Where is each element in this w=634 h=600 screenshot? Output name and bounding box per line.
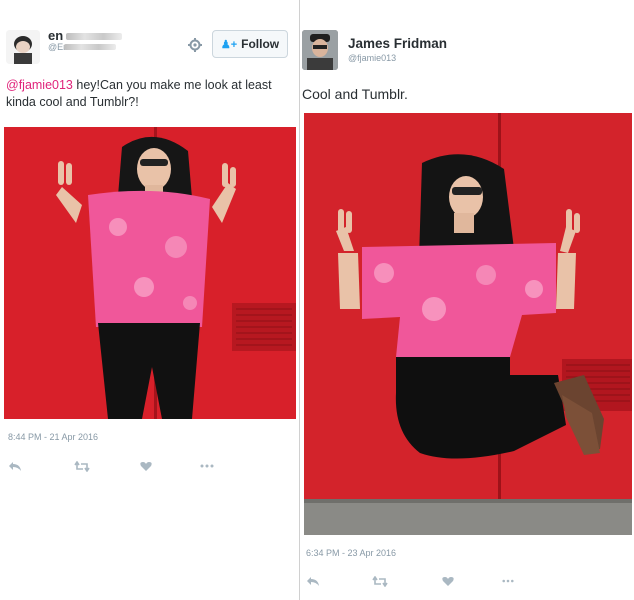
reply-icon[interactable] [8,459,60,473]
follow-button[interactable]: ♟+ Follow [212,30,288,58]
handle-redaction [64,44,116,50]
mention-link[interactable]: @fjamie013 [6,78,73,92]
tweet-photo[interactable] [304,113,632,535]
more-icon[interactable] [462,574,514,588]
user-handle[interactable]: @fjamie013 [348,53,396,63]
follow-label: Follow [241,37,280,51]
tweet-timestamp[interactable]: 8:44 PM - 21 Apr 2016 [8,432,98,442]
tweet-timestamp[interactable]: 6:34 PM - 23 Apr 2016 [306,548,396,558]
photo-original [4,127,296,419]
reply-icon[interactable] [306,574,358,588]
user-name[interactable]: James Fridman [348,36,447,51]
photo-edited [304,113,632,535]
avatar-image [6,30,40,64]
tweet-text: @fjamie013 hey!Can you make me look at l… [6,77,296,111]
original-tweet: en @En ♟+ Follow @fjamie013 hey!Can you … [0,0,300,600]
tweet-photo[interactable] [4,127,296,419]
like-icon[interactable] [410,574,462,588]
retweet-icon[interactable] [358,574,410,588]
gear-icon[interactable] [188,38,202,52]
more-icon[interactable] [164,459,216,473]
reply-tweet: James Fridman @fjamie013 Cool and Tumblr… [300,0,634,600]
tweet-text: Cool and Tumblr. [302,86,408,102]
user-avatar[interactable] [6,30,40,64]
retweet-icon[interactable] [60,459,112,473]
tweet-actions [306,574,514,588]
avatar-image [302,30,338,70]
add-user-icon: ♟+ [220,38,238,51]
name-redaction [66,33,122,40]
tweet-actions [8,459,216,473]
user-name[interactable]: en [48,28,63,43]
like-icon[interactable] [112,459,164,473]
user-avatar[interactable] [302,30,338,70]
